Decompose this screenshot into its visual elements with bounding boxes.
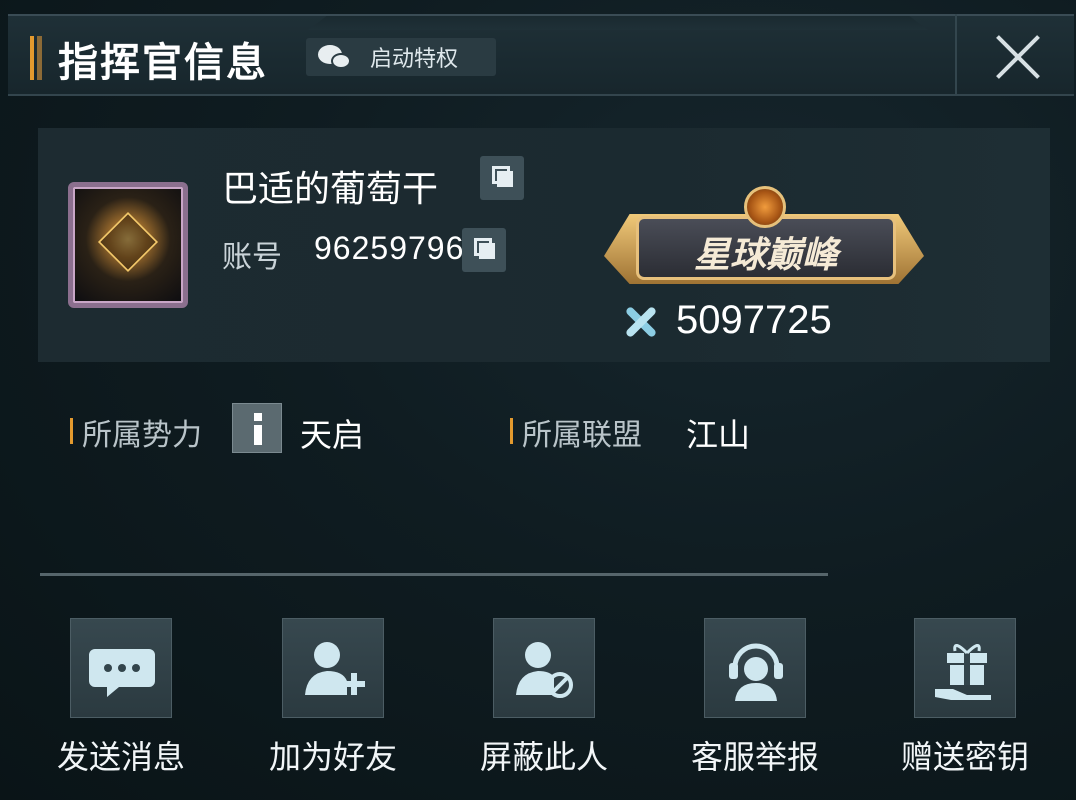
start-privilege-label: 启动特权 <box>370 47 459 72</box>
crossed-swords-icon <box>618 300 662 344</box>
block-user-icon <box>516 642 573 698</box>
send-message-button[interactable] <box>70 618 172 718</box>
start-privilege-button[interactable]: 启动特权 <box>306 38 496 76</box>
nickname: 巴适的葡萄干 <box>222 169 439 210</box>
rank-gem-icon <box>744 186 786 228</box>
power-value: 5097725 <box>676 298 832 342</box>
rank-badge[interactable]: 星球巅峰 <box>604 186 928 296</box>
rank-title: 星球巅峰 <box>693 234 838 276</box>
send-message-label: 发送消息 <box>56 738 185 776</box>
faction-tick <box>70 418 73 444</box>
info-icon[interactable] <box>232 403 282 453</box>
avatar-cube-image <box>97 211 159 273</box>
block-user-label: 屏蔽此人 <box>479 738 608 776</box>
commander-info-panel: 指挥官信息 启动特权 巴适的葡萄干 账号 96259796 星球巅峰 50977… <box>0 0 1076 800</box>
add-friend-icon <box>305 642 365 695</box>
add-friend-label: 加为好友 <box>268 738 397 776</box>
wechat-icon <box>316 42 356 72</box>
alliance-label: 所属联盟 <box>522 418 642 453</box>
page-title: 指挥官信息 <box>58 39 268 86</box>
support-headset-icon <box>729 643 783 701</box>
account-id: 96259796 <box>314 230 465 266</box>
close-button[interactable] <box>955 14 1067 94</box>
header-decoration <box>308 16 928 30</box>
avatar[interactable] <box>68 182 188 308</box>
faction-label: 所属势力 <box>82 418 202 453</box>
copy-account-button[interactable] <box>462 228 506 272</box>
support-report-button[interactable] <box>704 618 806 718</box>
alliance-tick <box>510 418 513 444</box>
support-report-label: 客服举报 <box>690 738 819 776</box>
block-user-button[interactable] <box>493 618 595 718</box>
copy-nickname-button[interactable] <box>480 156 524 200</box>
account-label: 账号 <box>222 240 282 275</box>
title-accent <box>30 36 42 80</box>
gift-icon <box>935 644 991 700</box>
divider <box>40 573 828 576</box>
gift-key-button[interactable] <box>914 618 1016 718</box>
message-icon <box>89 649 155 697</box>
alliance-value: 江山 <box>686 416 751 454</box>
faction-value: 天启 <box>300 416 365 454</box>
gift-key-label: 赠送密钥 <box>900 738 1029 776</box>
close-icon <box>993 32 1043 82</box>
add-friend-button[interactable] <box>282 618 384 718</box>
